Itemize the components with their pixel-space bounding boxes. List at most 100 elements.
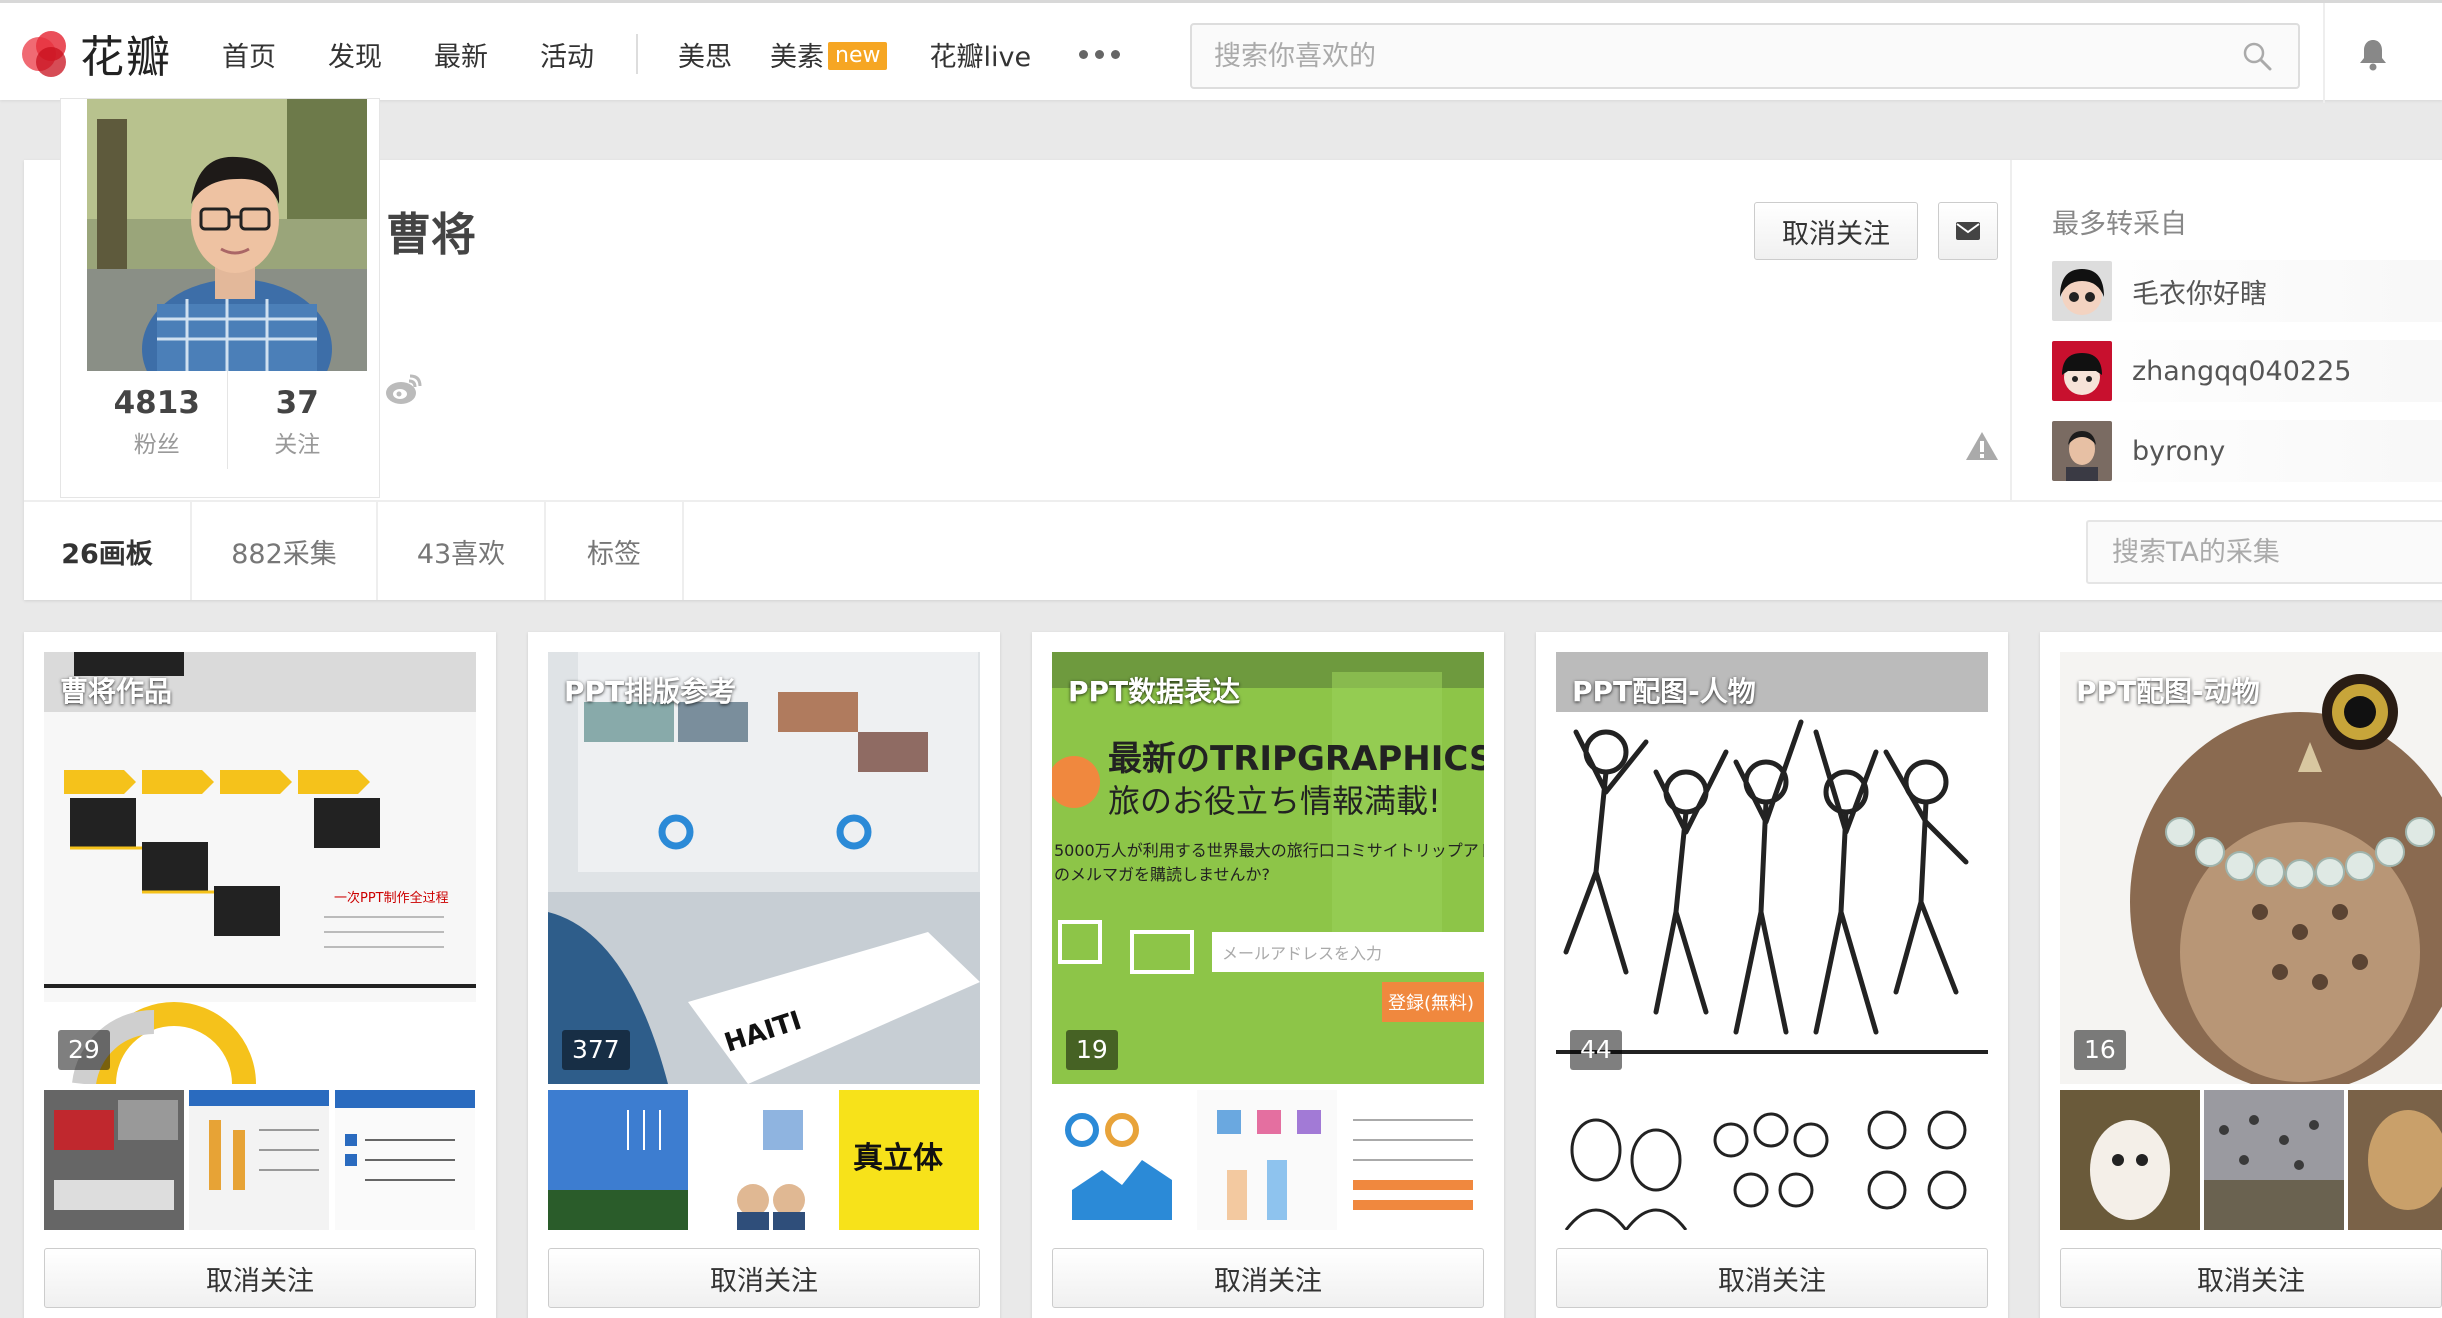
board-cover[interactable]: PPT配图-人物 44 xyxy=(1556,652,1988,1084)
board-thumbnail[interactable] xyxy=(1197,1090,1338,1230)
board-card[interactable]: 最新のTRIPGRAPHICS 旅のお役立ち情報満載! 5000万人が利用する世… xyxy=(1032,632,1504,1318)
board-thumbnail[interactable] xyxy=(2060,1090,2200,1230)
board-cover[interactable]: HAITI PPT排版参考 377 xyxy=(548,652,980,1084)
profile-tabs: 26画板 882采集 43喜欢 标签 xyxy=(24,500,2442,600)
board-thumbnail[interactable] xyxy=(334,1090,476,1230)
cover-caption: 一次PPT制作全过程 xyxy=(334,890,449,906)
logo[interactable]: 花瓣 xyxy=(22,23,172,83)
cover-caption: 真立体 xyxy=(853,1141,944,1176)
board-thumbnails: 真立体 xyxy=(548,1090,980,1230)
nav-divider xyxy=(636,34,638,74)
board-pin-count: 16 xyxy=(2074,1030,2126,1070)
board-cover[interactable]: 最新のTRIPGRAPHICS 旅のお役立ち情報満載! 5000万人が利用する世… xyxy=(1052,652,1484,1084)
profile-search-input[interactable] xyxy=(2088,522,2442,582)
board-card[interactable]: PPT配图-人物 44 取消关注 xyxy=(1536,632,2008,1318)
nav-meisu-label: 美素 xyxy=(770,41,824,73)
search-bar[interactable] xyxy=(1190,23,2300,89)
logo-petal-icon xyxy=(22,29,70,77)
board-title: PPT配图-人物 xyxy=(1572,675,1756,708)
tab-pins[interactable]: 882采集 xyxy=(192,502,378,600)
board-thumbnail[interactable] xyxy=(189,1090,330,1230)
board-thumbnail[interactable] xyxy=(2204,1090,2344,1230)
followers-stat[interactable]: 4813 粉丝 xyxy=(87,371,227,469)
more-dots-icon[interactable] xyxy=(1079,49,1121,59)
board-title: PPT数据表达 xyxy=(1068,675,1241,708)
profile-name: 曹将 xyxy=(386,208,477,261)
topbar-divider xyxy=(2323,3,2325,103)
nav-events[interactable]: 活动 xyxy=(540,35,594,74)
board-thumbnail[interactable] xyxy=(1342,1090,1484,1230)
board-card[interactable]: HAITI PPT排版参考 377 真立体 取消关注 xyxy=(528,632,1000,1318)
avatar xyxy=(2052,341,2112,401)
tab-tags[interactable]: 标签 xyxy=(546,502,684,600)
following-label: 关注 xyxy=(274,432,321,458)
board-thumbnail[interactable] xyxy=(1556,1090,1697,1230)
message-button[interactable] xyxy=(1938,202,1998,260)
bell-icon[interactable] xyxy=(2357,37,2389,71)
weibo-icon[interactable] xyxy=(384,372,424,406)
board-card[interactable]: PPT配图-动物 16 取消关注 xyxy=(2040,632,2442,1318)
cover-caption: 最新のTRIPGRAPHICS xyxy=(1108,739,1484,779)
following-stat[interactable]: 37 关注 xyxy=(226,371,368,469)
board-thumbnail[interactable] xyxy=(44,1090,185,1230)
board-thumbnails xyxy=(1556,1090,1988,1230)
unfollow-board-button[interactable]: 取消关注 xyxy=(1556,1248,1988,1308)
cover-caption: 旅のお役立ち情報満載! xyxy=(1108,782,1441,820)
board-pin-count: 19 xyxy=(1066,1030,1118,1070)
board-thumbnail[interactable] xyxy=(1701,1090,1842,1230)
board-thumbnails xyxy=(44,1090,476,1230)
board-cover[interactable]: PPT配图-动物 16 xyxy=(2060,652,2442,1084)
search-icon[interactable] xyxy=(2242,41,2272,71)
avatar xyxy=(2052,421,2112,481)
nav-latest[interactable]: 最新 xyxy=(434,35,488,74)
followers-label: 粉丝 xyxy=(133,432,180,458)
mail-icon xyxy=(1956,222,1980,240)
board-thumbnails xyxy=(1052,1090,1484,1230)
board-pin-count: 377 xyxy=(562,1030,630,1070)
unfollow-board-button[interactable]: 取消关注 xyxy=(548,1248,980,1308)
repin-user-name: 毛衣你好瞎 xyxy=(2132,278,2267,310)
nav-meisu[interactable]: 美素 new xyxy=(770,35,888,74)
unfollow-button[interactable]: 取消关注 xyxy=(1754,202,1918,260)
board-thumbnail[interactable] xyxy=(1846,1090,1988,1230)
profile-stats: 4813 粉丝 37 关注 xyxy=(87,371,367,469)
board-thumbnail[interactable] xyxy=(1052,1090,1193,1230)
new-badge: new xyxy=(828,41,888,70)
board-cover[interactable]: 一次PPT制作全过程 曹将作品 29 xyxy=(44,652,476,1084)
nav-meisi[interactable]: 美思 xyxy=(678,35,732,74)
repin-user[interactable]: zhangqq040225 xyxy=(2052,340,2442,402)
warning-icon[interactable] xyxy=(1964,430,2000,462)
cover-caption: メールアドレスを入力 xyxy=(1222,944,1382,963)
board-thumbnail[interactable] xyxy=(2348,1090,2442,1230)
nav-live[interactable]: 花瓣live xyxy=(929,35,1031,74)
following-count: 37 xyxy=(275,385,319,421)
board-thumbnail[interactable] xyxy=(548,1090,689,1230)
followers-count: 4813 xyxy=(113,385,200,421)
repin-user[interactable]: byrony xyxy=(2052,420,2442,482)
board-thumbnail[interactable] xyxy=(693,1090,834,1230)
board-title: PPT配图-动物 xyxy=(2076,675,2260,708)
board-thumbnails xyxy=(2060,1090,2442,1230)
unfollow-board-button[interactable]: 取消关注 xyxy=(1052,1248,1484,1308)
board-card[interactable]: 一次PPT制作全过程 曹将作品 29 取消关注 xyxy=(24,632,496,1318)
main-nav: 首页 发现 最新 活动 美思 美素 new 花瓣live xyxy=(222,31,1121,77)
cover-caption: のメルマガを購読しませんか? xyxy=(1054,865,1270,884)
repin-user-name: zhangqq040225 xyxy=(2132,355,2352,387)
sidebar-title: 最多转采自 xyxy=(2052,209,2187,240)
nav-home[interactable]: 首页 xyxy=(222,35,276,74)
board-thumbnail[interactable]: 真立体 xyxy=(838,1090,980,1230)
nav-discover[interactable]: 发现 xyxy=(328,35,382,74)
board-pin-count: 29 xyxy=(58,1030,110,1070)
profile-card: 4813 粉丝 37 关注 曹将 取消关注 最多转采自 毛衣你好瞎 zhangq… xyxy=(24,98,2442,600)
unfollow-board-button[interactable]: 取消关注 xyxy=(44,1248,476,1308)
tab-boards[interactable]: 26画板 xyxy=(24,502,192,600)
search-input[interactable] xyxy=(1214,25,2214,87)
unfollow-board-button[interactable]: 取消关注 xyxy=(2060,1248,2442,1308)
repin-user[interactable]: 毛衣你好瞎 xyxy=(2052,260,2442,322)
top-navbar: 花瓣 首页 发现 最新 活动 美思 美素 new 花瓣live xyxy=(0,0,2442,103)
logo-text: 花瓣 xyxy=(80,32,172,83)
tab-likes[interactable]: 43喜欢 xyxy=(378,502,546,600)
profile-search-bar[interactable] xyxy=(2086,520,2442,584)
avatar[interactable] xyxy=(87,99,367,371)
avatar-frame: 4813 粉丝 37 关注 xyxy=(60,98,380,498)
